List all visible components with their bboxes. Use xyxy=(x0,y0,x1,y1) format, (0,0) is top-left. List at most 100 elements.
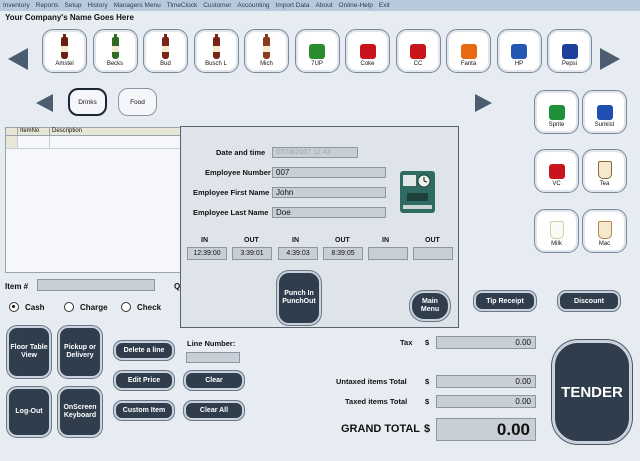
product-pepsi-button[interactable]: Pepsi xyxy=(547,29,592,73)
menu-item-managers-menu[interactable]: Managers Menu xyxy=(114,2,161,9)
grid-header: ItemNo Description xyxy=(6,128,197,136)
untaxed-total-value: 0.00 xyxy=(436,375,536,388)
product-label: Sunkist xyxy=(594,122,615,128)
soda-can-icon xyxy=(357,35,379,59)
main-menu-button[interactable]: Main Menu xyxy=(410,291,450,321)
product-becks-button[interactable]: Becks xyxy=(92,29,138,73)
line-number-label: Line Number: xyxy=(187,339,236,348)
product-label: Milk xyxy=(551,241,562,247)
product-hp-button[interactable]: HP xyxy=(496,29,542,73)
product-label: Mac xyxy=(598,241,611,247)
scroll-right-arrow-icon[interactable] xyxy=(600,48,620,70)
punch-out-time xyxy=(413,247,453,260)
soda-can-icon xyxy=(546,155,568,179)
custom-item-button[interactable]: Custom Item xyxy=(114,401,174,420)
line-number-input[interactable] xyxy=(186,352,240,363)
item-number-input[interactable] xyxy=(37,279,155,291)
product-bud-button[interactable]: Bud xyxy=(143,29,188,73)
menu-item-inventory[interactable]: Inventory xyxy=(3,2,30,9)
soda-can-icon xyxy=(559,35,581,59)
product-label: Pepsi xyxy=(561,61,577,67)
product-label: Becks xyxy=(106,61,124,67)
product-label: Sprite xyxy=(548,122,565,128)
soda-can-icon xyxy=(407,35,429,59)
product-label: Fanta xyxy=(460,61,477,67)
payment-cash-radio[interactable] xyxy=(9,302,19,312)
delete-line-button[interactable]: Delete a line xyxy=(114,341,174,360)
product-sunkist-button[interactable]: Sunkist xyxy=(582,90,627,134)
untaxed-currency: $ xyxy=(425,377,430,386)
payment-check-radio[interactable] xyxy=(121,302,131,312)
product-coke-button[interactable]: Coke xyxy=(345,29,390,73)
menu-item-exit[interactable]: Exit xyxy=(379,2,390,9)
taxed-total-label: Taxed items Total xyxy=(345,397,408,406)
product-label: CC xyxy=(413,61,423,67)
taxed-currency: $ xyxy=(425,397,430,406)
product-label: Bud xyxy=(160,61,171,67)
last-name-label: Employee Last Name xyxy=(193,208,269,217)
employee-number-label: Employee Number xyxy=(205,168,271,177)
category-food-button[interactable]: Food xyxy=(118,88,157,116)
product-cc-button[interactable]: CC xyxy=(395,29,441,73)
product-amstel-button[interactable]: Amstel xyxy=(42,29,87,73)
product-label: VC xyxy=(552,181,561,187)
onscreen-keyboard-button[interactable]: OnScreen Keyboard xyxy=(58,387,102,437)
grand-total-label: GRAND TOTAL xyxy=(341,423,421,435)
product-busch-l-button[interactable]: Busch L xyxy=(193,29,239,73)
punch-in-time xyxy=(368,247,408,260)
beer-bottle-icon xyxy=(205,34,227,59)
pickup-delivery-button[interactable]: Pickup or Delivery xyxy=(58,326,102,378)
product-milk-button[interactable]: Milk xyxy=(534,209,579,253)
date-time-label: Date and time xyxy=(216,148,266,157)
menu-item-import-data[interactable]: Import Data xyxy=(276,2,310,9)
product-7up-button[interactable]: 7UP xyxy=(294,29,340,73)
punch-in-header: IN xyxy=(201,237,208,244)
grid-header-description: Description xyxy=(52,128,83,134)
soda-can-icon xyxy=(458,35,480,59)
first-name-field: John xyxy=(272,187,386,198)
punch-in-out-button[interactable]: Punch In PunchOut xyxy=(277,271,321,325)
clear-all-button[interactable]: Clear All xyxy=(184,401,244,420)
product-sprite-button[interactable]: Sprite xyxy=(534,90,579,134)
menu-item-online-help[interactable]: Online-Help xyxy=(339,2,373,9)
punch-out-header: OUT xyxy=(244,237,259,244)
coffee-cup-icon xyxy=(594,215,616,239)
menu-item-reports[interactable]: Reports xyxy=(36,2,59,9)
employee-number-input[interactable]: 007 xyxy=(272,167,386,178)
beer-bottle-icon xyxy=(54,34,76,59)
punch-in-time: 12:39:00 xyxy=(187,247,227,260)
menu-item-history[interactable]: History xyxy=(88,2,108,9)
category-drinks-button[interactable]: Drinks xyxy=(68,88,107,116)
product-mich-button[interactable]: Mich xyxy=(244,29,289,73)
menu-item-timeclock[interactable]: TimeClock xyxy=(167,2,197,9)
category-left-arrow-icon[interactable] xyxy=(36,94,53,112)
product-label: Coke xyxy=(360,61,375,67)
edit-price-button[interactable]: Edit Price xyxy=(114,371,174,390)
product-vc-button[interactable]: VC xyxy=(534,149,579,193)
product-fanta-button[interactable]: Fanta xyxy=(446,29,491,73)
order-grid[interactable]: ItemNo Description xyxy=(5,127,198,273)
item-number-label: Item # xyxy=(5,282,29,291)
time-clock-icon xyxy=(397,167,438,217)
logout-button[interactable]: Log-Out xyxy=(7,387,51,437)
payment-charge-radio[interactable] xyxy=(64,302,74,312)
payment-check-label: Check xyxy=(137,303,162,312)
discount-button[interactable]: Discount xyxy=(558,291,620,311)
soda-can-icon xyxy=(508,35,530,59)
menu-item-about[interactable]: About xyxy=(316,2,333,9)
menu-item-setup[interactable]: Setup xyxy=(65,2,82,9)
company-name: Your Company's Name Goes Here xyxy=(5,13,134,22)
tip-receipt-button[interactable]: Tip Receipt xyxy=(474,291,536,311)
product-tea-button[interactable]: Tea xyxy=(582,149,627,193)
floor-table-view-button[interactable]: Floor Table View xyxy=(7,326,51,378)
menu-item-customer[interactable]: Customer xyxy=(203,2,231,9)
menu-item-accounting[interactable]: Accounting xyxy=(237,2,269,9)
table-row[interactable] xyxy=(6,136,197,149)
category-right-arrow-icon[interactable] xyxy=(475,94,492,112)
taxed-total-value: 0.00 xyxy=(436,395,536,408)
product-mac-button[interactable]: Mac xyxy=(582,209,627,253)
grand-total-currency: $ xyxy=(424,423,431,435)
scroll-left-arrow-icon[interactable] xyxy=(8,48,28,70)
clear-button[interactable]: Clear xyxy=(184,371,244,390)
tender-button[interactable]: TENDER xyxy=(552,340,632,444)
